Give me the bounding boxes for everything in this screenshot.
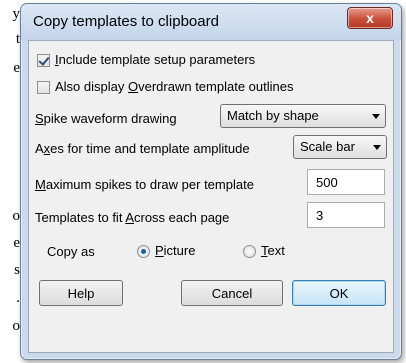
close-button[interactable]: x xyxy=(347,7,393,29)
axes-label: Axes for time and template amplitude xyxy=(35,141,250,156)
chevron-down-icon xyxy=(372,114,380,119)
max-spikes-input[interactable]: 500 xyxy=(307,169,385,195)
picture-radio[interactable]: Picture xyxy=(137,243,196,259)
axes-value: Scale bar xyxy=(300,139,355,154)
dialog-title: Copy templates to clipboard xyxy=(33,13,219,30)
templates-across-label: Templates to fit Across each page xyxy=(35,210,230,225)
cancel-button[interactable]: Cancel xyxy=(181,280,283,306)
ok-button[interactable]: OK xyxy=(292,280,386,306)
bg-char: e xyxy=(13,235,20,251)
bg-char: e xyxy=(13,60,20,76)
include-setup-checkbox[interactable]: Include template setup parameters xyxy=(37,52,256,68)
radio-selected-icon[interactable] xyxy=(137,245,150,259)
close-icon: x xyxy=(366,10,374,26)
text-radio[interactable]: Text xyxy=(243,243,285,259)
help-button[interactable]: Help xyxy=(39,280,123,306)
max-spikes-label: Maximum spikes to draw per template xyxy=(35,177,254,192)
bg-char: o xyxy=(12,208,21,224)
picture-radio-label: Picture xyxy=(155,243,196,258)
checkbox-checked-icon[interactable] xyxy=(37,54,50,68)
overdrawn-outlines-label: Also display Overdrawn template outlines xyxy=(55,79,294,94)
dialog-client-area: Include template setup parameters Also d… xyxy=(28,40,394,353)
radio-unselected-icon[interactable] xyxy=(243,245,256,259)
bg-char: y xyxy=(12,6,21,22)
overdrawn-outlines-checkbox[interactable]: Also display Overdrawn template outlines xyxy=(37,79,294,95)
copy-as-label: Copy as xyxy=(47,244,95,259)
bg-char: o xyxy=(12,318,21,334)
spike-drawing-label: Spike waveform drawing xyxy=(35,111,177,126)
text-radio-label: Text xyxy=(261,243,285,258)
spike-drawing-select[interactable]: Match by shape xyxy=(220,104,386,128)
copy-templates-dialog: Copy templates to clipboard x Include te… xyxy=(20,3,402,360)
title-bar[interactable]: Copy templates to clipboard x xyxy=(21,4,401,40)
templates-across-input[interactable]: 3 xyxy=(307,202,385,228)
include-setup-label: Include template setup parameters xyxy=(55,52,256,67)
chevron-down-icon xyxy=(373,145,381,150)
axes-select[interactable]: Scale bar xyxy=(293,135,387,159)
checkbox-unchecked-icon[interactable] xyxy=(37,81,50,95)
spike-drawing-value: Match by shape xyxy=(227,108,319,123)
